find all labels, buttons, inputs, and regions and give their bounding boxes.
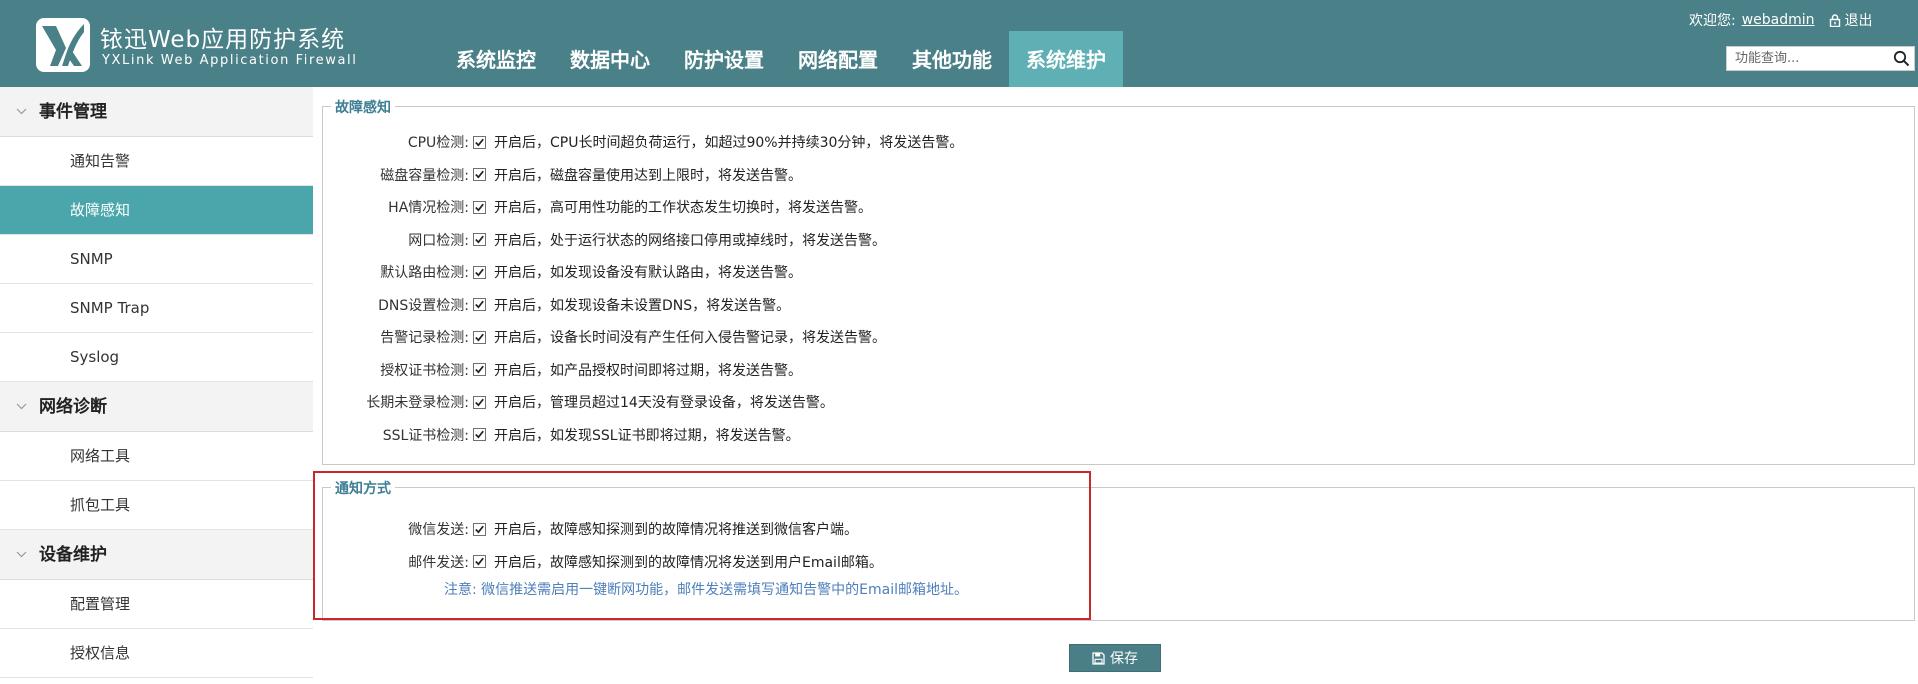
sidebar-item-3-1[interactable]: 配置管理 xyxy=(0,580,313,629)
chevron-down-icon xyxy=(16,403,27,410)
fault-row-description: 开启后，如发现SSL证书即将过期，将发送告警。 xyxy=(494,427,800,444)
nav-item-6[interactable]: 系统维护 xyxy=(1009,31,1123,87)
sidebar-item-1-2[interactable]: 故障感知 xyxy=(0,186,313,235)
sidebar-item-1-5[interactable]: Syslog xyxy=(0,333,313,382)
fault-row-description: 开启后，处于运行状态的网络接口停用或掉线时，将发送告警。 xyxy=(494,232,886,249)
highlight-box xyxy=(313,471,1091,620)
nav-item-5[interactable]: 其他功能 xyxy=(895,31,1009,87)
fault-row-description: 开启后，CPU长时间超负荷运行，如超过90%并持续30分钟，将发送告警。 xyxy=(494,135,964,151)
fault-row-description: 开启后，磁盘容量使用达到上限时，将发送告警。 xyxy=(494,167,802,184)
yxlink-logo-icon xyxy=(36,18,90,72)
sidebar-item-1-4[interactable]: SNMP Trap xyxy=(0,284,313,333)
sidebar-item-1-3[interactable]: SNMP xyxy=(0,235,313,284)
lock-icon xyxy=(1829,13,1840,27)
fault-row: HA情况检测: 开启后，高可用性功能的工作状态发生切换时，将发送告警。 xyxy=(323,196,872,218)
fault-row-description: 开启后，管理员超过14天没有登录设备，将发送告警。 xyxy=(494,395,834,411)
sidebar-group-title: 事件管理 xyxy=(39,101,107,122)
sidebar-item-3-2[interactable]: 授权信息 xyxy=(0,629,313,678)
product-subtitle: YXLink Web Application Firewall xyxy=(102,53,358,68)
fault-row: 长期未登录检测: 开启后，管理员超过14天没有登录设备，将发送告警。 xyxy=(323,391,834,413)
username-link[interactable]: webadmin xyxy=(1742,12,1815,28)
fault-row-description: 开启后，高可用性功能的工作状态发生切换时，将发送告警。 xyxy=(494,200,872,216)
fault-row-checkbox[interactable] xyxy=(473,395,486,409)
nav-item-4[interactable]: 网络配置 xyxy=(781,31,895,87)
nav-item-3[interactable]: 防护设置 xyxy=(667,31,781,87)
fault-row-label: SSL证书检测: xyxy=(382,427,469,444)
fault-row-label: 默认路由检测: xyxy=(380,265,469,281)
sidebar-group-2[interactable]: 网络诊断 xyxy=(0,382,313,432)
fault-row-checkbox[interactable] xyxy=(473,298,486,311)
sidebar-group-1[interactable]: 事件管理 xyxy=(0,87,313,137)
fault-row-label: 告警记录检测: xyxy=(380,330,469,346)
fault-row-checkbox[interactable] xyxy=(473,233,486,246)
save-button[interactable]: 保存 xyxy=(1069,644,1161,672)
fault-row-checkbox[interactable] xyxy=(473,168,486,181)
fault-row: 网口检测: 开启后，处于运行状态的网络接口停用或掉线时，将发送告警。 xyxy=(323,229,886,251)
nav-item-2[interactable]: 数据中心 xyxy=(553,31,667,87)
main-nav: 系统监控 数据中心 防护设置 网络配置 其他功能 系统维护 xyxy=(439,31,1123,87)
fault-row-checkbox[interactable] xyxy=(473,330,486,344)
logout-label: 退出 xyxy=(1844,13,1873,29)
user-bar: 欢迎您: webadmin 退出 xyxy=(1689,10,1873,30)
fault-row-description: 开启后，设备长时间没有产生任何入侵告警记录，将发送告警。 xyxy=(494,330,886,346)
product-title: 铱迅Web应用防护系统 xyxy=(100,27,346,53)
fault-row-checkbox[interactable] xyxy=(473,135,486,149)
fault-row: 告警记录检测: 开启后，设备长时间没有产生任何入侵告警记录，将发送告警。 xyxy=(323,326,886,348)
fault-row: 授权证书检测: 开启后，如产品授权时间即将过期，将发送告警。 xyxy=(323,359,802,381)
fault-detection-legend: 故障感知 xyxy=(331,97,395,117)
logout-button[interactable]: 退出 xyxy=(1829,10,1873,30)
floppy-disk-icon xyxy=(1092,651,1105,665)
fault-row-description: 开启后，如产品授权时间即将过期，将发送告警。 xyxy=(494,362,802,379)
fault-row: 磁盘容量检测: 开启后，磁盘容量使用达到上限时，将发送告警。 xyxy=(323,164,802,186)
sidebar-item-1-1[interactable]: 通知告警 xyxy=(0,137,313,186)
welcome-label: 欢迎您: xyxy=(1689,13,1736,29)
fault-row-checkbox[interactable] xyxy=(473,265,486,279)
save-label: 保存 xyxy=(1110,651,1138,667)
function-search xyxy=(1726,46,1915,71)
sidebar-group-title: 设备维护 xyxy=(39,544,107,565)
sidebar: 事件管理通知告警 故障感知 SNMP SNMP Trap Syslog 网络诊断网络工具抓… xyxy=(0,87,313,684)
fault-row-label: 磁盘容量检测: xyxy=(380,167,469,184)
fault-row-description: 开启后，如发现设备未设置DNS，将发送告警。 xyxy=(494,297,791,314)
fault-row-label: DNS设置检测: xyxy=(378,297,469,314)
fault-row-label: 网口检测: xyxy=(408,232,469,249)
sidebar-group-3[interactable]: 设备维护 xyxy=(0,530,313,580)
fault-row-checkbox[interactable] xyxy=(473,363,486,376)
fault-row: SSL证书检测: 开启后，如发现SSL证书即将过期，将发送告警。 xyxy=(323,424,800,446)
sidebar-group-title: 网络诊断 xyxy=(39,396,107,417)
chevron-down-icon xyxy=(16,108,27,115)
sidebar-item-2-1[interactable]: 网络工具 xyxy=(0,432,313,481)
fault-detection-section: 故障感知 CPU检测: 开启后，CPU长时间超负荷运行，如超过90%并持续30分钟… xyxy=(322,97,1915,465)
fault-row-label: 授权证书检测: xyxy=(380,362,469,379)
sidebar-item-2-2[interactable]: 抓包工具 xyxy=(0,481,313,530)
fault-row-label: HA情况检测: xyxy=(388,200,469,216)
search-icon[interactable] xyxy=(1893,50,1910,71)
fault-row-label: CPU检测: xyxy=(407,135,469,151)
fault-row-checkbox[interactable] xyxy=(473,200,486,214)
nav-item-1[interactable]: 系统监控 xyxy=(439,31,553,87)
chevron-down-icon xyxy=(16,551,27,558)
fault-row: CPU检测: 开启后，CPU长时间超负荷运行，如超过90%并持续30分钟，将发送告… xyxy=(323,131,964,153)
function-search-input[interactable] xyxy=(1727,47,1887,70)
top-header: 铱迅Web应用防护系统 YXLink Web Application Firew… xyxy=(0,0,1918,87)
fault-row-description: 开启后，如发现设备没有默认路由，将发送告警。 xyxy=(494,265,802,281)
fault-row-checkbox[interactable] xyxy=(473,428,486,441)
fault-row: 默认路由检测: 开启后，如发现设备没有默认路由，将发送告警。 xyxy=(323,261,802,283)
fault-row: DNS设置检测: 开启后，如发现设备未设置DNS，将发送告警。 xyxy=(323,294,790,316)
fault-row-label: 长期未登录检测: xyxy=(366,395,469,411)
